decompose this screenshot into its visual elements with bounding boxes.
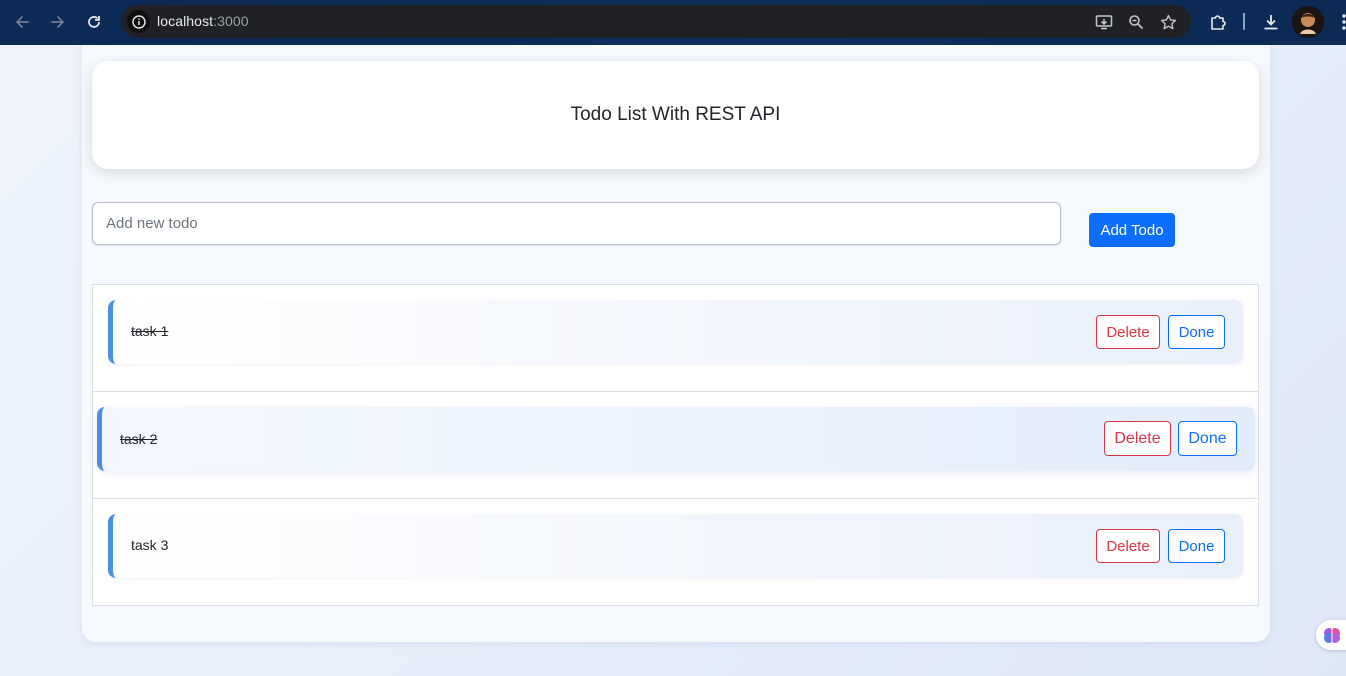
browser-toolbar: localhost:3000 (0, 0, 1346, 45)
header-card: Todo List With REST API (92, 61, 1259, 169)
delete-button[interactable]: Delete (1104, 421, 1171, 456)
forward-arrow-icon[interactable] (46, 10, 70, 34)
zoom-icon[interactable] (1126, 12, 1146, 32)
delete-button[interactable]: Delete (1096, 529, 1160, 563)
todo-row: task 1 Delete Done (92, 284, 1259, 392)
todo-row: task 2 Delete Done (92, 391, 1259, 499)
app-container: Todo List With REST API Add Todo task 1 … (82, 45, 1270, 642)
address-bar[interactable]: localhost:3000 (121, 5, 1191, 38)
toolbar-separator (1243, 13, 1245, 30)
url-text[interactable]: localhost:3000 (157, 13, 249, 29)
download-icon[interactable] (1260, 11, 1282, 33)
add-todo-button[interactable]: Add Todo (1089, 213, 1175, 247)
url-host: localhost (157, 13, 214, 29)
reload-icon[interactable] (82, 10, 106, 34)
back-arrow-icon[interactable] (10, 10, 34, 34)
todo-item: task 3 Delete Done (108, 514, 1243, 578)
page-title: Todo List With REST API (570, 104, 781, 125)
url-port: :3000 (213, 13, 249, 29)
star-icon[interactable] (1158, 12, 1178, 32)
profile-avatar[interactable] (1292, 6, 1324, 38)
todo-row: task 3 Delete Done (92, 498, 1259, 606)
kebab-menu-icon[interactable] (1333, 11, 1346, 33)
new-todo-input[interactable] (92, 202, 1061, 245)
extension-brain-icon[interactable] (1316, 620, 1346, 650)
todo-text: task 3 (131, 537, 169, 553)
done-button[interactable]: Done (1168, 529, 1225, 563)
puzzle-icon[interactable] (1207, 11, 1229, 33)
info-icon[interactable] (127, 10, 150, 33)
todo-item: task 1 Delete Done (108, 300, 1243, 364)
todo-item: task 2 Delete Done (97, 407, 1255, 471)
done-button[interactable]: Done (1178, 421, 1237, 456)
install-app-icon[interactable] (1094, 12, 1114, 32)
todo-text: task 2 (120, 431, 158, 447)
todo-text: task 1 (131, 323, 169, 339)
delete-button[interactable]: Delete (1096, 315, 1160, 349)
done-button[interactable]: Done (1168, 315, 1225, 349)
